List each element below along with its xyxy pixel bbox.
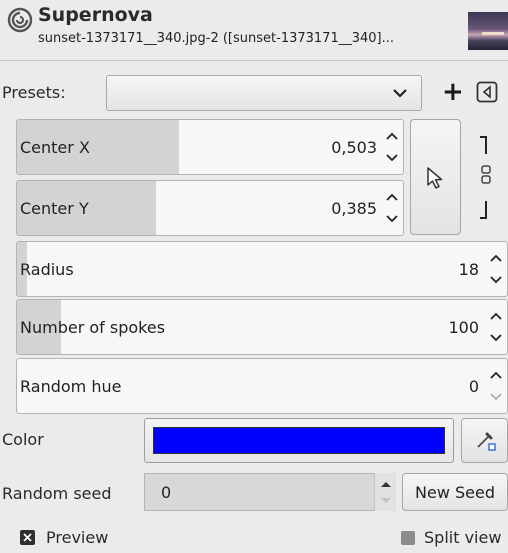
pick-center-button[interactable] [410,119,461,235]
spokes-stepper[interactable] [486,300,506,354]
random-hue-spinscale[interactable]: Random hue 0 [16,358,508,414]
color-swatch [153,427,445,454]
spokes-value[interactable]: 100 [448,300,479,354]
spokes-spinscale[interactable]: Number of spokes 100 [16,299,508,355]
center-y-label: Center Y [20,198,89,218]
filter-icon [7,7,33,33]
random-hue-label: Random hue [20,376,122,396]
spin-up-icon[interactable] [380,480,392,488]
random-seed-field[interactable]: 0 [144,473,396,511]
check-icon [23,533,32,542]
center-x-stepper[interactable] [382,120,402,174]
preview-label[interactable]: Preview [46,528,108,547]
center-x-label: Center X [20,137,90,157]
color-picker-icon [477,432,496,451]
random-seed-label: Random seed [2,484,112,503]
center-y-stepper[interactable] [382,181,402,235]
color-button[interactable] [144,418,454,463]
chain-icon[interactable] [476,124,496,224]
chevron-up-icon[interactable] [490,254,502,262]
menu-icon[interactable] [476,81,498,103]
dialog-subtitle: sunset-1373171__340.jpg-2 ([sunset-13731… [38,31,394,46]
random-seed-value[interactable]: 0 [161,474,171,510]
radius-label: Radius [20,259,74,279]
center-x-spinscale[interactable]: Center X 0,503 [16,119,404,175]
chevron-down-icon[interactable] [386,215,398,223]
spin-down-icon[interactable] [380,497,392,505]
random-hue-stepper[interactable] [486,359,506,413]
color-picker-button[interactable] [461,418,508,463]
add-preset-button[interactable]: + [442,79,464,105]
radius-value[interactable]: 18 [459,242,479,296]
chevron-down-icon [393,89,407,98]
center-y-spinscale[interactable]: Center Y 0,385 [16,180,404,236]
chevron-down-icon[interactable] [490,276,502,284]
chevron-up-icon[interactable] [490,312,502,320]
new-seed-button[interactable]: New Seed [402,473,508,511]
pointer-icon [427,167,443,189]
spokes-label: Number of spokes [20,317,166,337]
split-view-label[interactable]: Split view [424,528,501,547]
chevron-up-icon[interactable] [386,132,398,140]
split-view-checkbox[interactable] [401,531,415,545]
chevron-up-icon[interactable] [386,193,398,201]
header-separator [0,60,508,61]
chevron-up-icon[interactable] [490,371,502,379]
presets-label: Presets: [2,83,66,102]
center-y-value[interactable]: 0,385 [331,181,377,235]
dialog-title: Supernova [38,4,153,26]
chevron-down-icon[interactable] [490,334,502,342]
preview-checkbox[interactable] [20,530,35,545]
color-label: Color [2,430,44,449]
center-x-value[interactable]: 0,503 [331,120,377,174]
chevron-down-icon[interactable] [386,154,398,162]
image-thumbnail [468,12,508,50]
radius-spinscale[interactable]: Radius 18 [16,241,508,297]
chevron-down-icon [490,393,502,401]
radius-stepper[interactable] [486,242,506,296]
presets-combo[interactable] [106,75,422,111]
random-seed-stepper[interactable] [374,473,396,511]
random-hue-value[interactable]: 0 [469,359,479,413]
